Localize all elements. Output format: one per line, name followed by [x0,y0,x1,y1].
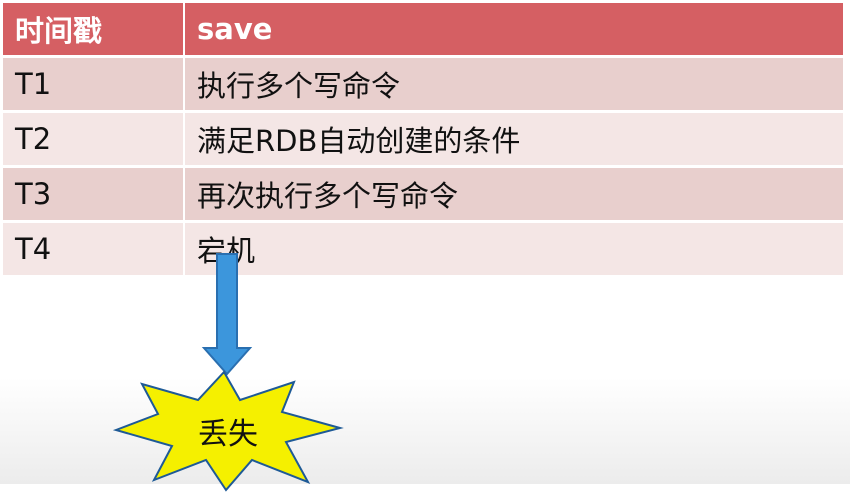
header-save: save [185,3,843,55]
header-timestamp: 时间戳 [3,3,183,55]
cell-event: 再次执行多个写命令 [185,168,843,220]
cell-event: 宕机 [185,223,843,275]
cell-time: T3 [3,168,183,220]
down-arrow-icon [201,253,253,376]
cell-time: T2 [3,113,183,165]
table-row: T3 再次执行多个写命令 [3,168,843,220]
table-row: T2 满足RDB自动创建的条件 [3,113,843,165]
cell-time: T1 [3,58,183,110]
cell-time: T4 [3,223,183,275]
cell-event: 执行多个写命令 [185,58,843,110]
timeline-table: 时间戳 save T1 执行多个写命令 T2 满足RDB自动创建的条件 T3 再… [3,3,843,275]
cell-event: 满足RDB自动创建的条件 [185,113,843,165]
table-row: T4 宕机 [3,223,843,275]
lost-label: 丢失 [198,417,258,452]
table-header-row: 时间戳 save [3,3,843,55]
table-row: T1 执行多个写命令 [3,58,843,110]
